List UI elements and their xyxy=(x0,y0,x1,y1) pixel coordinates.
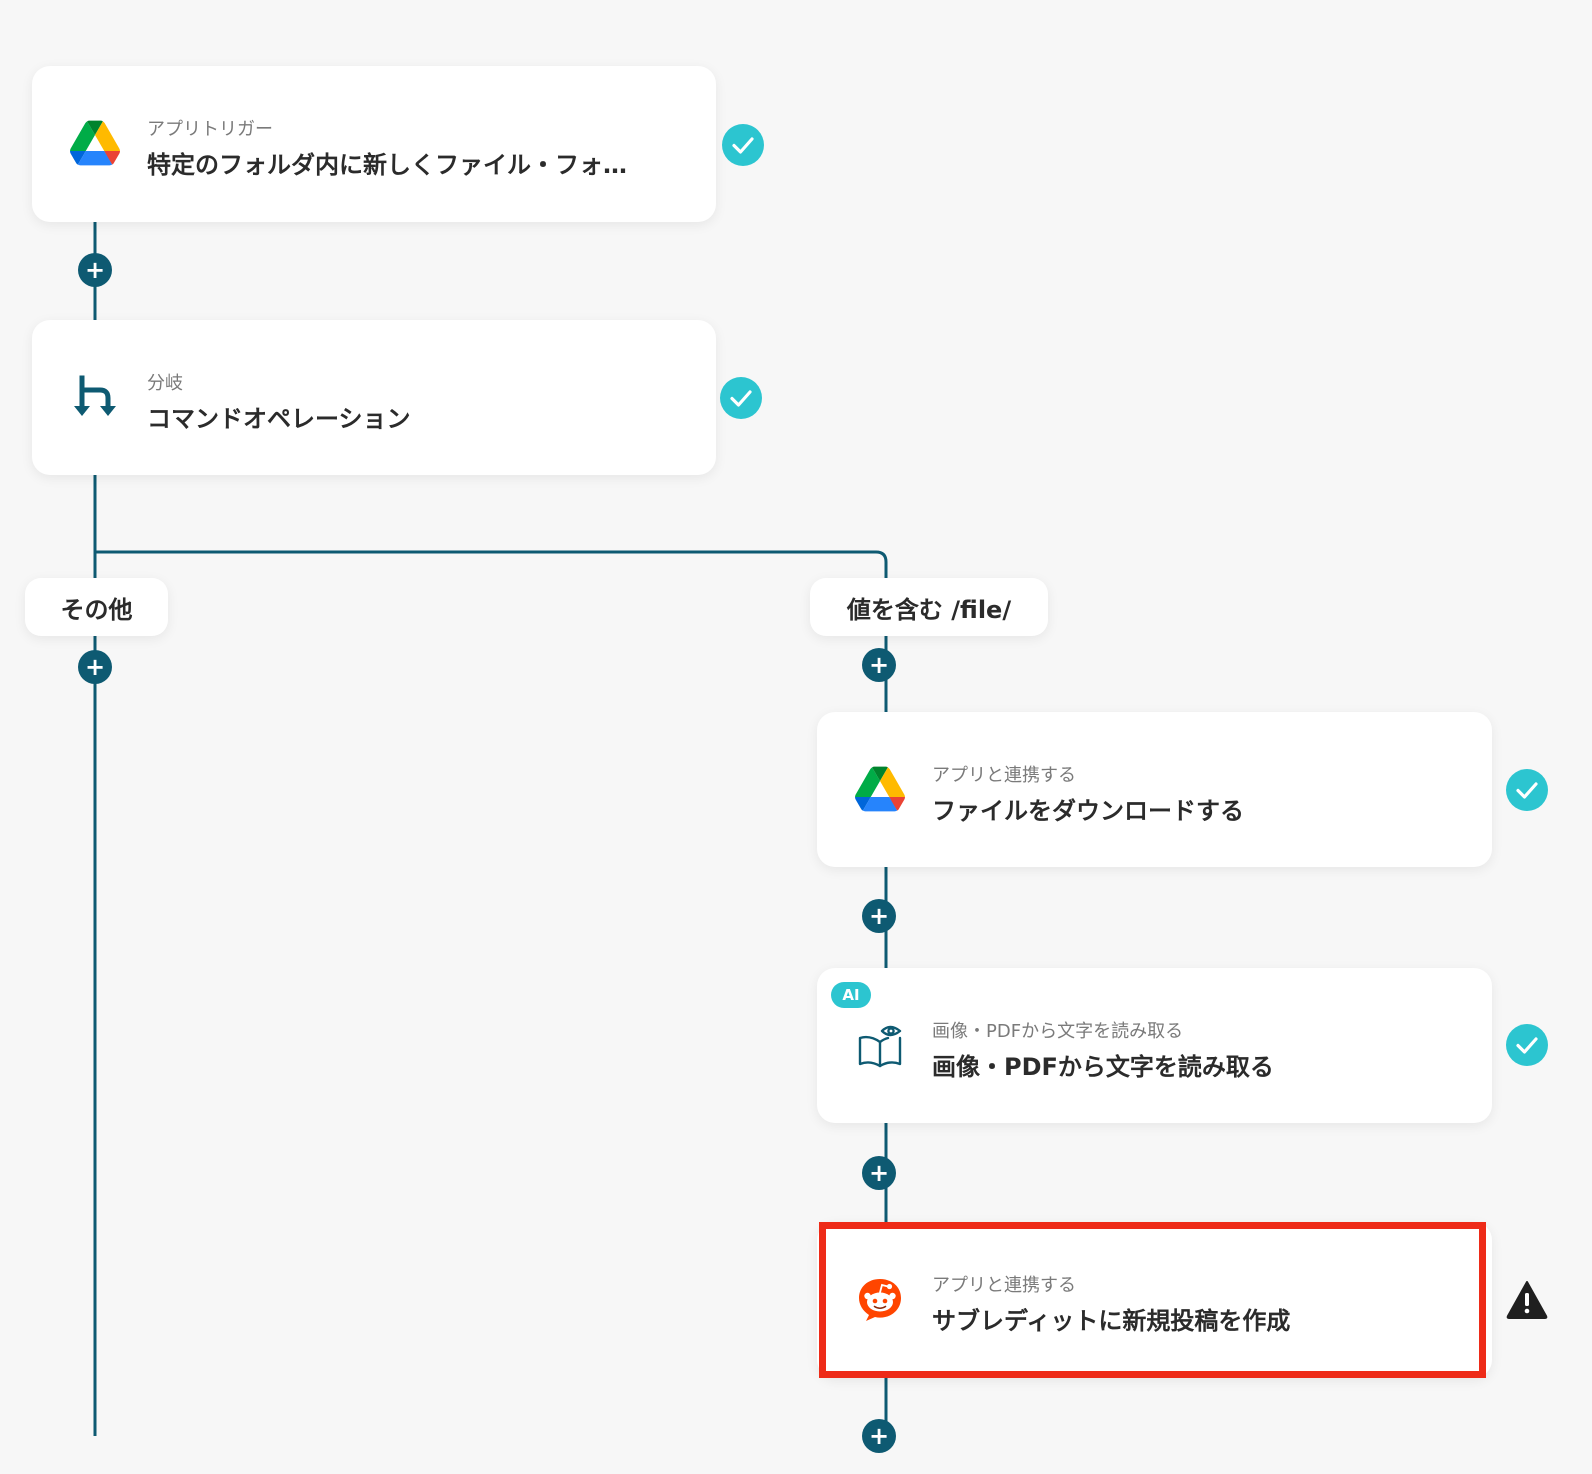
add-step-button[interactable]: + xyxy=(78,650,112,684)
add-step-button[interactable]: + xyxy=(862,1419,896,1453)
step-title: ファイルをダウンロードする xyxy=(932,797,1244,825)
success-check-icon xyxy=(720,377,762,419)
step-title: 特定のフォルダ内に新しくファイル・フォ… xyxy=(147,151,627,179)
step-card-branch[interactable]: 分岐 コマンドオペレーション xyxy=(32,320,716,475)
success-check-icon xyxy=(722,124,764,166)
step-type-label: アプリトリガー xyxy=(147,119,273,140)
add-step-button[interactable]: + xyxy=(862,899,896,933)
success-check-icon xyxy=(1506,1024,1548,1066)
branch-icon xyxy=(74,375,116,416)
branch-label-contains[interactable]: 値を含む /file/ xyxy=(810,578,1048,636)
step-type-label: 画像・PDFから文字を読み取る xyxy=(932,1021,1184,1042)
warning-icon xyxy=(1506,1281,1548,1319)
ocr-book-icon xyxy=(858,1025,902,1068)
step-card-ocr[interactable]: AI 画像・PDFから文字を読み取る 画像・PDFから文字を読み取る xyxy=(817,968,1492,1123)
step-title: 画像・PDFから文字を読み取る xyxy=(932,1053,1274,1081)
ai-badge: AI xyxy=(831,982,871,1008)
add-step-button[interactable]: + xyxy=(862,648,896,682)
step-title: コマンドオペレーション xyxy=(147,405,411,433)
add-step-button[interactable]: + xyxy=(862,1156,896,1190)
google-drive-icon xyxy=(855,766,905,812)
branch-label-other[interactable]: その他 xyxy=(25,578,168,636)
step-type-label: アプリと連携する xyxy=(932,765,1076,786)
highlight-box xyxy=(819,1222,1486,1378)
success-check-icon xyxy=(1506,769,1548,811)
google-drive-icon xyxy=(70,120,120,166)
step-card-trigger[interactable]: アプリトリガー 特定のフォルダ内に新しくファイル・フォ… xyxy=(32,66,716,222)
step-card-download[interactable]: アプリと連携する ファイルをダウンロードする xyxy=(817,712,1492,867)
add-step-button[interactable]: + xyxy=(78,253,112,287)
step-type-label: 分岐 xyxy=(147,373,183,394)
